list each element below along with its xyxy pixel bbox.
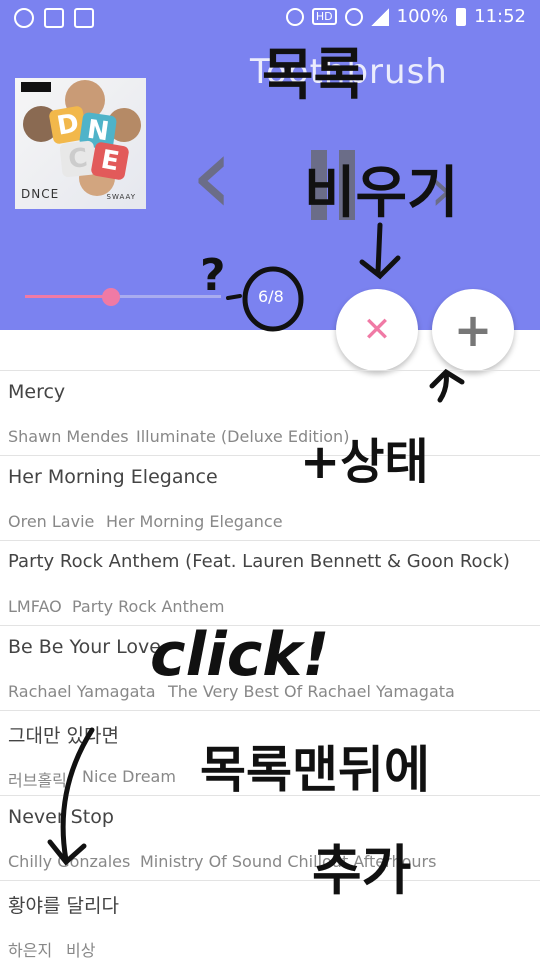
clear-playlist-button[interactable]: ✕: [336, 289, 418, 371]
album-brand: DNCE: [21, 187, 60, 201]
annotation-click: click!: [150, 620, 330, 690]
annotation-question: ?: [200, 250, 226, 301]
signal-icon: [370, 7, 389, 26]
battery-icon: [456, 7, 467, 26]
song-artist: Rachael Yamagata: [8, 682, 156, 701]
song-title: 황야를 달리다: [8, 895, 119, 917]
song-album: 비상: [66, 941, 96, 960]
annotation-clear-list-a: 목록: [262, 43, 366, 108]
annotation-append-b: 추가: [312, 839, 412, 902]
hd-icon: HD: [311, 8, 337, 25]
clock: 11:52: [474, 6, 526, 27]
song-artist: 러브홀릭: [8, 771, 67, 790]
annotation-clear-list-b: 비우기: [304, 161, 459, 226]
song-artist: Oren Lavie: [8, 512, 95, 531]
list-item[interactable]: 황야를 달리다 하은지 비상: [0, 880, 540, 965]
song-title: Never Stop: [8, 806, 114, 828]
battery-percent: 100%: [396, 6, 449, 27]
seek-bar[interactable]: [25, 288, 221, 306]
album-subtitle: SWAAY: [106, 193, 136, 201]
list-item[interactable]: Her Morning Elegance Oren Lavie Her Morn…: [0, 455, 540, 540]
app-notification-icon: [14, 8, 34, 28]
song-title: Mercy: [8, 381, 66, 403]
alarm-icon: [285, 7, 304, 26]
gallery-notification-icon: [44, 8, 64, 28]
song-title: Be Be Your Love: [8, 636, 161, 658]
annotation-plus-state: +상태: [300, 434, 429, 490]
track-position: 6/8: [258, 287, 284, 306]
seek-progress: [25, 295, 112, 298]
song-artist: 하은지: [8, 941, 53, 960]
song-artist: Chilly Gonzales: [8, 852, 131, 871]
wifi-icon: [344, 7, 363, 26]
previous-button[interactable]: ‹: [190, 120, 250, 230]
list-item[interactable]: Never Stop Chilly Gonzales Ministry Of S…: [0, 795, 540, 880]
annotation-append-a: 목록맨뒤에: [200, 741, 430, 799]
song-artist: Shawn Mendes: [8, 427, 129, 446]
seek-thumb[interactable]: [102, 288, 121, 306]
image-notification-icon: [74, 8, 94, 28]
list-item[interactable]: Mercy Shawn Mendes Illuminate (Deluxe Ed…: [0, 370, 540, 455]
close-icon: ✕: [362, 310, 392, 350]
album-art: D N C E DNCE SWAAY: [15, 78, 146, 209]
song-artist: LMFAO: [8, 597, 62, 616]
song-album: Nice Dream: [82, 767, 176, 786]
add-song-button[interactable]: +: [432, 289, 514, 371]
song-title: Party Rock Anthem (Feat. Lauren Bennett …: [8, 551, 510, 572]
song-title: 그대만 있다면: [8, 725, 119, 747]
song-album: Party Rock Anthem: [72, 597, 225, 616]
song-album: Her Morning Elegance: [106, 512, 283, 531]
plus-icon: +: [453, 303, 493, 357]
song-title: Her Morning Elegance: [8, 466, 218, 488]
advisory-label: [21, 82, 51, 92]
list-item[interactable]: Party Rock Anthem (Feat. Lauren Bennett …: [0, 540, 540, 625]
